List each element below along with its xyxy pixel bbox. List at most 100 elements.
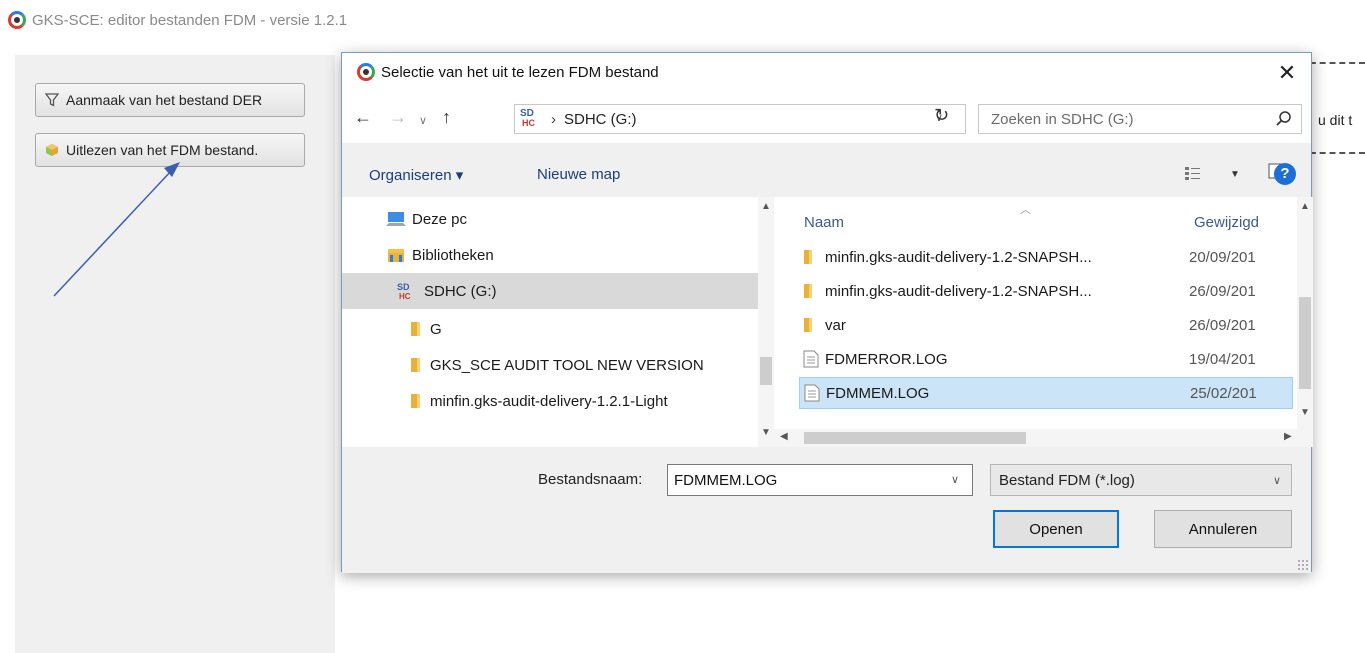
file-row[interactable]: var 26/09/201 bbox=[799, 309, 1293, 341]
chevron-down-icon[interactable]: ∨ bbox=[951, 473, 959, 486]
library-icon bbox=[386, 247, 406, 263]
scroll-left-icon[interactable]: ◀ bbox=[780, 431, 788, 442]
recent-locations-chevron-icon[interactable]: ∨ bbox=[419, 111, 427, 131]
dialog-title: Selectie van het uit te lezen FDM bestan… bbox=[381, 63, 659, 81]
text-file-icon bbox=[799, 350, 825, 368]
scroll-right-icon[interactable]: ▶ bbox=[1284, 431, 1292, 442]
new-folder-button[interactable]: Nieuwe map bbox=[537, 166, 620, 183]
app-title: GKS-SCE: editor bestanden FDM - versie 1… bbox=[32, 11, 348, 29]
svg-text:HC: HC bbox=[522, 118, 535, 128]
sd-card-icon: SD HC bbox=[396, 281, 418, 301]
nav-item-label: Bibliotheken bbox=[412, 246, 494, 264]
nav-item-label: Deze pc bbox=[412, 210, 468, 228]
file-name: minfin.gks-audit-delivery-1.2-SNAPSH... bbox=[825, 282, 1092, 300]
file-name: FDMMEM.LOG bbox=[826, 384, 930, 402]
sd-card-icon: SD HC bbox=[517, 106, 545, 132]
folder-icon bbox=[410, 321, 424, 337]
dialog-footer: Bestandsnaam: ∨ Bestand FDM (*.log) ∨ Op… bbox=[342, 447, 1311, 573]
box-icon bbox=[44, 142, 60, 158]
dialog-title-group: Selectie van het uit te lezen FDM bestan… bbox=[357, 63, 659, 81]
scroll-down-icon[interactable]: ▼ bbox=[1300, 407, 1310, 418]
nav-item-libraries[interactable]: Bibliotheken bbox=[342, 237, 758, 273]
navigation-bar: ← → ∨ ↑ SD HC › SDHC (G:) ∨ ↻ Zoeken in S… bbox=[342, 93, 1311, 143]
nav-pane-scrollbar[interactable]: ▲ ▼ bbox=[758, 197, 774, 447]
filetype-value: Bestand FDM (*.log) bbox=[999, 471, 1135, 489]
file-list-vertical-scrollbar[interactable]: ▲ ▼ bbox=[1297, 197, 1313, 429]
file-open-dialog: Selectie van het uit te lezen FDM bestan… bbox=[341, 52, 1313, 573]
folder-icon bbox=[410, 393, 424, 409]
file-row-selected[interactable]: FDMMEM.LOG 25/02/201 bbox=[799, 377, 1293, 409]
read-fdm-button[interactable]: Uitlezen van het FDM bestand. bbox=[35, 133, 305, 167]
app-logo-icon bbox=[8, 11, 26, 29]
nav-item-label: minfin.gks-audit-delivery-1.2.1-Light bbox=[430, 392, 668, 410]
folder-icon bbox=[799, 317, 825, 333]
text-file-icon bbox=[800, 384, 826, 402]
breadcrumb-separator: › bbox=[551, 110, 556, 128]
view-options-icon[interactable] bbox=[1184, 165, 1202, 186]
app-logo-icon bbox=[357, 63, 375, 81]
file-list-pane: ︿ Naam Gewijzigd minfin.gks-audit-delive… bbox=[774, 197, 1313, 447]
dialog-titlebar: Selectie van het uit te lezen FDM bestan… bbox=[342, 53, 1311, 93]
partially-hidden-text: u dit t bbox=[1318, 112, 1353, 128]
nav-item-folder-delivery-light[interactable]: minfin.gks-audit-delivery-1.2.1-Light bbox=[342, 383, 758, 419]
filename-input[interactable] bbox=[667, 464, 973, 496]
file-date: 19/04/201 bbox=[1189, 350, 1256, 368]
create-der-button[interactable]: Aanmaak van het bestand DER bbox=[35, 83, 305, 117]
scroll-down-icon[interactable]: ▼ bbox=[761, 427, 771, 438]
navigation-pane: Deze pc Bibliotheken SD HC SDHC (G:) G GK… bbox=[342, 197, 774, 447]
back-arrow-icon[interactable]: ← bbox=[354, 107, 372, 127]
file-date: 26/09/201 bbox=[1189, 316, 1256, 334]
command-bar: Organiseren ▾ Nieuwe map ▼ ? bbox=[342, 143, 1311, 197]
filetype-select[interactable]: Bestand FDM (*.log) ∨ bbox=[990, 464, 1292, 496]
scroll-up-icon[interactable]: ▲ bbox=[1300, 201, 1310, 212]
file-row[interactable]: FDMERROR.LOG 19/04/201 bbox=[799, 343, 1293, 375]
filename-label: Bestandsnaam: bbox=[538, 471, 643, 488]
app-title-bar: GKS-SCE: editor bestanden FDM - versie 1… bbox=[8, 10, 347, 30]
column-header: ︿ Naam Gewijzigd bbox=[774, 197, 1297, 237]
svg-text:HC: HC bbox=[399, 292, 411, 301]
svg-text:SD: SD bbox=[397, 282, 410, 292]
resize-grip-icon[interactable] bbox=[1297, 559, 1309, 571]
nav-item-this-pc[interactable]: Deze pc bbox=[342, 201, 758, 237]
column-modified-header[interactable]: Gewijzigd bbox=[1194, 214, 1259, 231]
file-row[interactable]: minfin.gks-audit-delivery-1.2-SNAPSH... … bbox=[799, 275, 1293, 307]
nav-item-folder-audit-tool[interactable]: GKS_SCE AUDIT TOOL NEW VERSION bbox=[342, 347, 758, 383]
computer-icon bbox=[386, 211, 406, 227]
chevron-down-icon[interactable]: ▼ bbox=[1230, 169, 1240, 180]
scroll-up-icon[interactable]: ▲ bbox=[761, 201, 771, 212]
nav-item-label: G bbox=[430, 320, 442, 338]
file-date: 25/02/201 bbox=[1190, 384, 1257, 402]
refresh-icon[interactable]: ↻ bbox=[934, 105, 949, 126]
scrollbar-thumb[interactable] bbox=[1299, 297, 1311, 389]
forward-arrow-icon[interactable]: → bbox=[389, 107, 407, 127]
search-input[interactable]: Zoeken in SDHC (G:) bbox=[978, 104, 1302, 134]
chevron-down-icon: ∨ bbox=[1272, 475, 1281, 487]
nav-item-label: SDHC (G:) bbox=[424, 282, 497, 300]
help-icon[interactable]: ? bbox=[1274, 163, 1296, 185]
file-name: FDMERROR.LOG bbox=[825, 350, 948, 368]
file-date: 20/09/201 bbox=[1189, 248, 1256, 266]
nav-item-folder-g[interactable]: G bbox=[342, 311, 758, 347]
file-name: var bbox=[825, 316, 846, 334]
close-icon[interactable]: ✕ bbox=[1273, 59, 1301, 87]
read-fdm-label: Uitlezen van het FDM bestand. bbox=[66, 142, 259, 158]
file-list-horizontal-scrollbar[interactable]: ◀ ▶ bbox=[774, 429, 1313, 447]
column-name-header[interactable]: Naam bbox=[804, 214, 844, 231]
create-der-label: Aanmaak van het bestand DER bbox=[66, 92, 263, 108]
file-name: minfin.gks-audit-delivery-1.2-SNAPSH... bbox=[825, 248, 1092, 266]
nav-item-sdhc[interactable]: SD HC SDHC (G:) bbox=[342, 273, 758, 309]
file-row[interactable]: minfin.gks-audit-delivery-1.2-SNAPSH... … bbox=[799, 241, 1293, 273]
search-placeholder: Zoeken in SDHC (G:) bbox=[991, 110, 1134, 128]
breadcrumb-location[interactable]: SDHC (G:) bbox=[564, 111, 637, 128]
search-icon[interactable] bbox=[1275, 110, 1293, 132]
scrollbar-thumb[interactable] bbox=[804, 432, 1026, 444]
funnel-icon bbox=[44, 92, 60, 108]
up-arrow-icon[interactable]: ↑ bbox=[442, 107, 451, 127]
organize-menu-button[interactable]: Organiseren ▾ bbox=[369, 166, 463, 184]
open-button[interactable]: Openen bbox=[993, 510, 1119, 548]
cancel-button[interactable]: Annuleren bbox=[1154, 510, 1292, 548]
address-bar[interactable]: SD HC › SDHC (G:) ∨ bbox=[514, 104, 966, 134]
folder-icon bbox=[799, 249, 825, 265]
folder-icon bbox=[410, 357, 424, 373]
scrollbar-thumb[interactable] bbox=[760, 357, 772, 385]
